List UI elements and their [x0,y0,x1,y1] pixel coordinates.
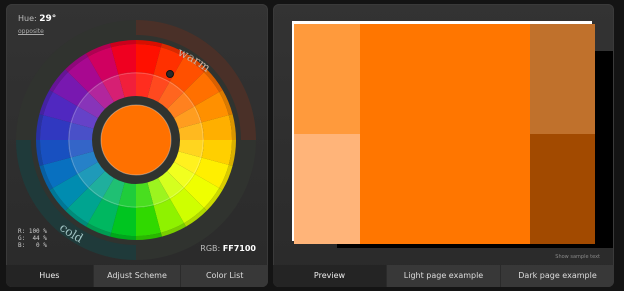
right-tab-bar: Preview Light page example Dark page exa… [273,265,614,287]
swatch-light [294,24,360,134]
rgb-hex-readout: RGB: FF7100 [200,244,256,253]
rgb-hex-label: RGB: [200,244,221,253]
swatch-lighter [294,134,360,244]
rgb-g-line: G: 44 % [18,235,47,242]
tab-dark-page-example[interactable]: Dark page example [500,265,614,287]
tab-adjust-scheme[interactable]: Adjust Scheme [92,265,181,287]
hue-marker[interactable] [166,70,174,78]
preview-panel: Show sample text Preview Light page exam… [273,4,614,287]
rgb-percentages: R: 100 % G: 44 % B: 0 % [18,228,47,249]
color-preview [292,21,613,248]
tab-color-list[interactable]: Color List [180,265,268,287]
rgb-b-line: B: 0 % [18,242,47,249]
swatch-main [360,24,530,244]
left-tab-bar: Hues Adjust Scheme Color List [6,265,268,287]
color-wheel-panel: Hue: 29° opposite warm cold R: 100 % G: … [6,4,268,287]
tab-preview[interactable]: Preview [273,265,386,287]
tab-hues[interactable]: Hues [6,265,93,287]
swatch-dark [530,24,595,134]
center-color-swatch [100,104,172,176]
rgb-r-line: R: 100 % [18,228,47,235]
show-sample-text-link[interactable]: Show sample text [555,254,600,260]
rgb-hex-value: FF7100 [222,244,256,253]
swatch-darker [530,134,595,244]
tab-light-page-example[interactable]: Light page example [386,265,500,287]
